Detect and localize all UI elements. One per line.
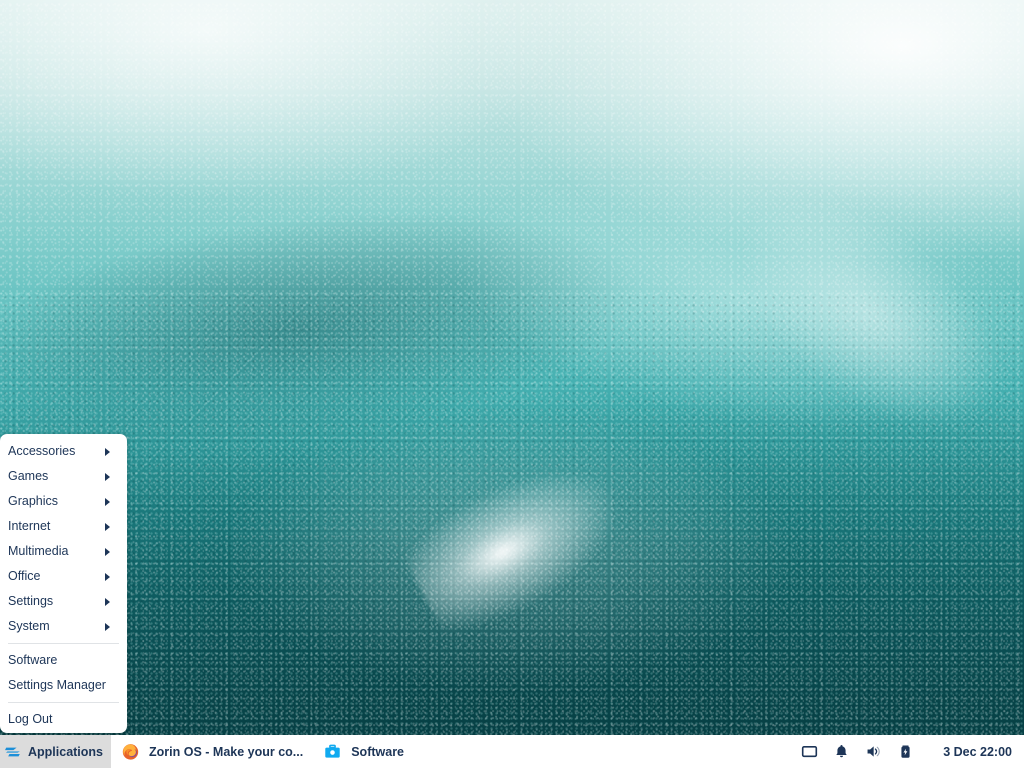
menu-item-internet[interactable]: Internet: [0, 514, 127, 539]
menu-item-label: Settings: [8, 589, 105, 614]
menu-item-multimedia[interactable]: Multimedia: [0, 539, 127, 564]
menu-item-system[interactable]: System: [0, 614, 127, 639]
desktop-wallpaper[interactable]: [0, 0, 1024, 768]
menu-separator: [8, 702, 119, 703]
menu-item-label: Multimedia: [8, 539, 105, 564]
menu-item-graphics[interactable]: Graphics: [0, 489, 127, 514]
applications-button-label: Applications: [28, 745, 103, 759]
applications-button[interactable]: Applications: [0, 735, 111, 768]
menu-item-games[interactable]: Games: [0, 464, 127, 489]
chevron-right-icon: [105, 523, 110, 531]
chevron-right-icon: [105, 473, 110, 481]
menu-item-label: Games: [8, 464, 105, 489]
menu-item-settings-manager[interactable]: Settings Manager: [0, 673, 127, 698]
desktop-screen: Accessories Games Graphics Internet Mult…: [0, 0, 1024, 768]
chevron-right-icon: [105, 623, 110, 631]
system-tray: [793, 735, 929, 768]
chevron-right-icon: [105, 573, 110, 581]
menu-item-label: System: [8, 614, 105, 639]
task-button-label: Software: [351, 745, 404, 759]
chevron-right-icon: [105, 498, 110, 506]
clock[interactable]: 3 Dec 22:00: [929, 745, 1024, 759]
menu-item-log-out[interactable]: Log Out: [0, 707, 127, 732]
menu-item-software[interactable]: Software: [0, 648, 127, 673]
menu-item-settings[interactable]: Settings: [0, 589, 127, 614]
zorin-logo-icon: [3, 742, 23, 762]
display-icon[interactable]: [793, 735, 825, 768]
task-button-label: Zorin OS - Make your co...: [149, 745, 303, 759]
firefox-icon: [121, 742, 140, 761]
battery-icon[interactable]: [889, 735, 921, 768]
task-button-software[interactable]: Software: [313, 735, 414, 768]
menu-item-label: Log Out: [8, 707, 121, 732]
menu-item-label: Office: [8, 564, 105, 589]
chevron-right-icon: [105, 598, 110, 606]
chevron-right-icon: [105, 448, 110, 456]
menu-separator: [8, 643, 119, 644]
menu-item-label: Internet: [8, 514, 105, 539]
menu-item-label: Accessories: [8, 439, 105, 464]
menu-item-label: Settings Manager: [8, 673, 121, 698]
taskbar-panel: Applications Zorin OS - Make your co...: [0, 735, 1024, 768]
speaker-icon[interactable]: [857, 735, 889, 768]
task-button-firefox[interactable]: Zorin OS - Make your co...: [111, 735, 313, 768]
applications-menu-popup[interactable]: Accessories Games Graphics Internet Mult…: [0, 434, 127, 733]
menu-item-label: Graphics: [8, 489, 105, 514]
chevron-right-icon: [105, 548, 110, 556]
software-briefcase-icon: [323, 742, 342, 761]
menu-item-label: Software: [8, 648, 121, 673]
bell-icon[interactable]: [825, 735, 857, 768]
menu-item-accessories[interactable]: Accessories: [0, 439, 127, 464]
menu-item-office[interactable]: Office: [0, 564, 127, 589]
